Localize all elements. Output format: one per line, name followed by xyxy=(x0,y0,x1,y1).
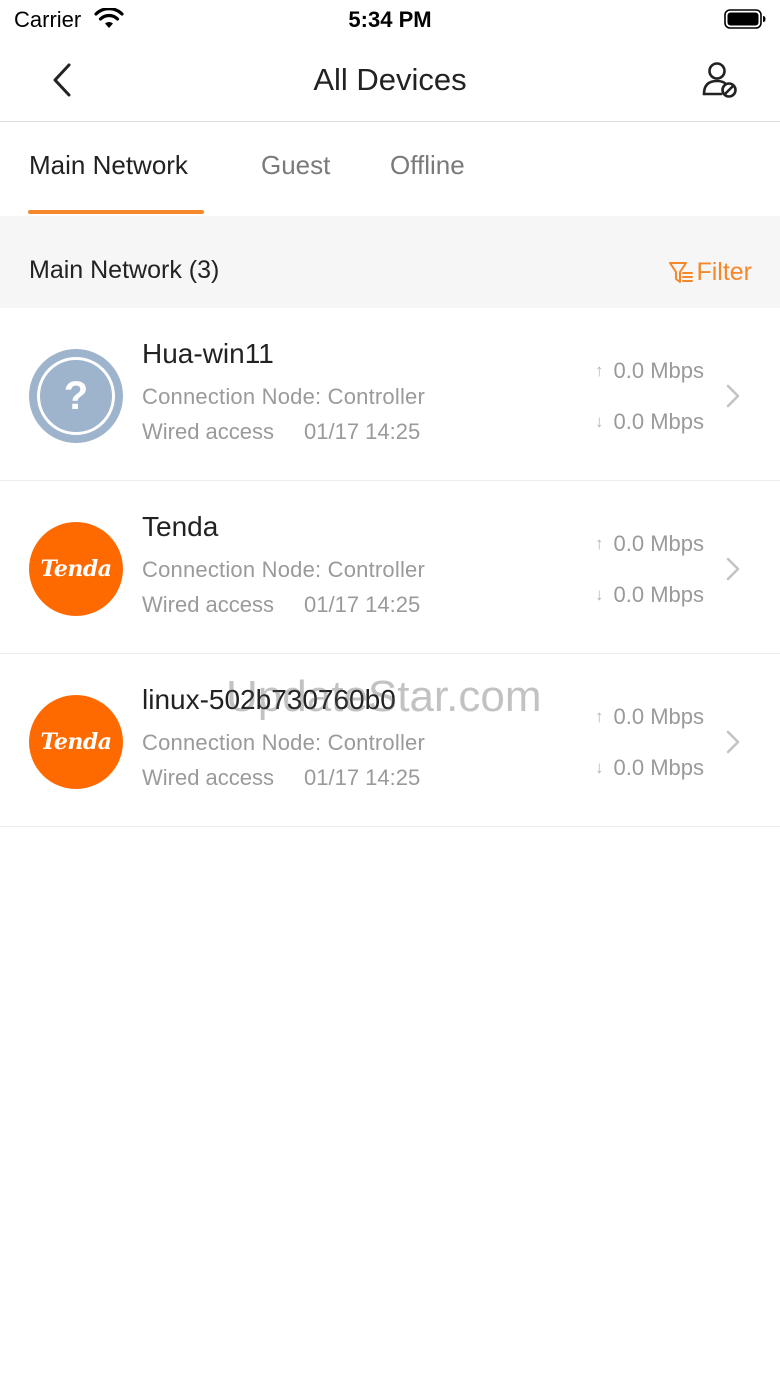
connection-time: 01/17 14:25 xyxy=(304,419,421,444)
filter-icon xyxy=(669,261,694,283)
tenda-logo: Tenda xyxy=(40,729,112,755)
connection-node: Connection Node: Controller xyxy=(142,557,425,582)
section-header: Main Network (3) Filter xyxy=(0,216,780,308)
arrow-up-icon: ↑ xyxy=(595,534,604,553)
user-block-icon xyxy=(702,62,737,98)
tab-offline[interactable]: Offline xyxy=(390,150,465,181)
access-type: Wired access xyxy=(142,592,275,617)
arrow-down-icon: ↓ xyxy=(595,758,604,777)
device-name: Tenda xyxy=(142,511,219,542)
status-time: 5:34 PM xyxy=(348,7,432,32)
connection-node: Connection Node: Controller xyxy=(142,384,425,409)
tenda-logo: Tenda xyxy=(40,556,112,582)
arrow-up-icon: ↑ xyxy=(595,361,604,380)
upload-rate-value: 0.0 Mbps xyxy=(613,531,705,556)
device-name: linux-502b730760b0 xyxy=(142,684,396,715)
connection-time: 01/17 14:25 xyxy=(304,765,421,790)
connection-time: 01/17 14:25 xyxy=(304,592,421,617)
device-avatar-tenda: Tenda xyxy=(29,695,123,789)
access-type: Wired access xyxy=(142,765,275,790)
device-avatar-tenda: Tenda xyxy=(29,522,123,616)
page-title: All Devices xyxy=(313,62,467,97)
tab-main-network[interactable]: Main Network xyxy=(29,150,188,181)
tab-guest[interactable]: Guest xyxy=(261,150,330,181)
download-rate-value: 0.0 Mbps xyxy=(613,755,705,780)
download-rate-value: 0.0 Mbps xyxy=(613,582,705,607)
chevron-right-icon xyxy=(726,384,740,408)
upload-rate: ↑ 0.0 Mbps xyxy=(595,358,704,384)
device-list: ? Hua-win11 Connection Node: Controller … xyxy=(0,308,780,827)
device-row[interactable]: Tenda linux-502b730760b0 Connection Node… xyxy=(0,654,780,827)
download-rate: ↓ 0.0 Mbps xyxy=(595,582,704,608)
access-type: Wired access xyxy=(142,419,275,444)
question-mark-icon: ? xyxy=(37,357,115,435)
status-bar: Carrier 5:34 PM xyxy=(0,0,780,40)
upload-rate-value: 0.0 Mbps xyxy=(613,358,705,383)
download-rate: ↓ 0.0 Mbps xyxy=(595,755,704,781)
chevron-right-icon xyxy=(726,557,740,581)
nav-bar: All Devices xyxy=(0,40,780,122)
connection-node: Connection Node: Controller xyxy=(142,730,425,755)
download-rate: ↓ 0.0 Mbps xyxy=(595,409,704,435)
upload-rate: ↑ 0.0 Mbps xyxy=(595,531,704,557)
active-tab-indicator xyxy=(28,210,204,214)
chevron-right-icon xyxy=(726,730,740,754)
blocked-users-button[interactable] xyxy=(698,58,742,102)
arrow-down-icon: ↓ xyxy=(595,412,604,431)
section-title: Main Network (3) xyxy=(29,256,220,284)
filter-button[interactable]: Filter xyxy=(668,258,752,287)
network-tabs: Main Network Guest Offline xyxy=(0,122,780,216)
download-rate-value: 0.0 Mbps xyxy=(613,409,705,434)
arrow-down-icon: ↓ xyxy=(595,585,604,604)
device-name: Hua-win11 xyxy=(142,338,274,369)
device-row[interactable]: ? Hua-win11 Connection Node: Controller … xyxy=(0,308,780,481)
battery-icon xyxy=(724,9,766,29)
upload-rate-value: 0.0 Mbps xyxy=(613,704,705,729)
filter-label: Filter xyxy=(696,258,752,286)
upload-rate: ↑ 0.0 Mbps xyxy=(595,704,704,730)
device-avatar-unknown: ? xyxy=(29,349,123,443)
arrow-up-icon: ↑ xyxy=(595,707,604,726)
device-row[interactable]: Tenda Tenda Connection Node: Controller … xyxy=(0,481,780,654)
